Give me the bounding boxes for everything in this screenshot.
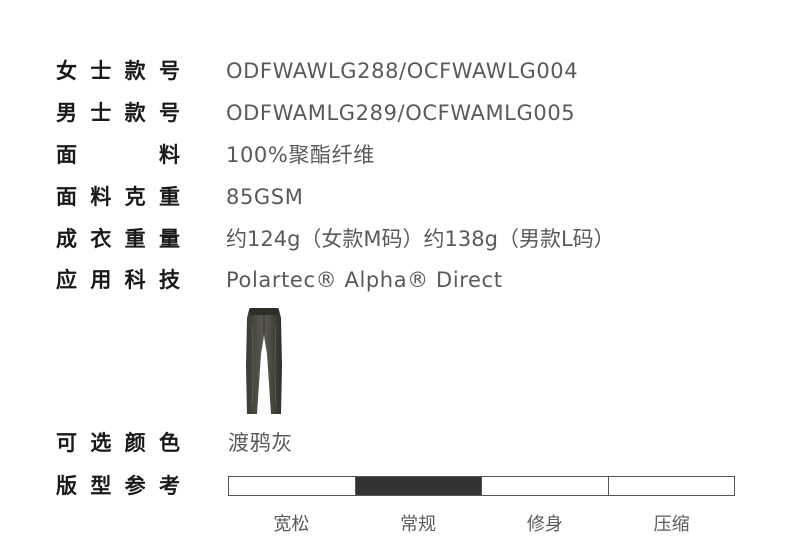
fit-label-loose: 宽松 bbox=[273, 514, 310, 535]
spec-value: Polartec® Alpha® Direct bbox=[226, 268, 503, 292]
spec-row-mens-sku: 男士款号 ODFWAMLG289/OCFWAMLG005 bbox=[0, 98, 790, 128]
spec-label: 可选颜色 bbox=[56, 431, 180, 455]
fit-segment-loose bbox=[229, 477, 356, 495]
fit-segment-regular bbox=[355, 477, 482, 495]
spec-row-garment-weight: 成衣重量 约124g（女款M码）约138g（男款L码） bbox=[0, 224, 790, 254]
spec-label: 成衣重量 bbox=[56, 227, 180, 251]
fit-segment-slim bbox=[482, 477, 609, 495]
spec-label: 女士款号 bbox=[56, 59, 180, 83]
fit-label-slim: 修身 bbox=[526, 514, 563, 535]
spec-value: ODFWAWLG288/OCFWAWLG004 bbox=[226, 59, 579, 83]
fit-label-regular: 常规 bbox=[400, 514, 437, 535]
spec-label: 面料 bbox=[56, 143, 180, 167]
spec-label: 面料克重 bbox=[56, 185, 180, 209]
spec-value: 100%聚酯纤维 bbox=[226, 143, 375, 167]
fit-scale-labels: 宽松 常规 修身 压缩 bbox=[228, 510, 735, 536]
spec-row-fabric: 面料 100%聚酯纤维 bbox=[0, 140, 790, 170]
spec-row-technology: 应用科技 Polartec® Alpha® Direct bbox=[0, 265, 790, 295]
spec-value: 85GSM bbox=[226, 185, 304, 209]
spec-row-womens-sku: 女士款号 ODFWAWLG288/OCFWAWLG004 bbox=[0, 56, 790, 86]
spec-value: 约124g（女款M码）约138g（男款L码） bbox=[226, 227, 615, 251]
spec-row-fabric-weight: 面料克重 85GSM bbox=[0, 182, 790, 212]
spec-label: 男士款号 bbox=[56, 101, 180, 125]
fit-segment-compression bbox=[609, 477, 735, 495]
spec-label: 应用科技 bbox=[56, 268, 180, 292]
spec-value: ODFWAMLG289/OCFWAMLG005 bbox=[226, 101, 576, 125]
fit-scale-bar bbox=[228, 476, 735, 496]
color-option-raven-grey[interactable]: 渡鸦灰 bbox=[228, 428, 293, 458]
fit-label-compression: 压缩 bbox=[653, 514, 690, 535]
spec-label: 版型参考 bbox=[56, 474, 180, 498]
product-pants-image[interactable] bbox=[240, 306, 288, 418]
spec-row-color: 可选颜色 渡鸦灰 bbox=[0, 428, 790, 458]
